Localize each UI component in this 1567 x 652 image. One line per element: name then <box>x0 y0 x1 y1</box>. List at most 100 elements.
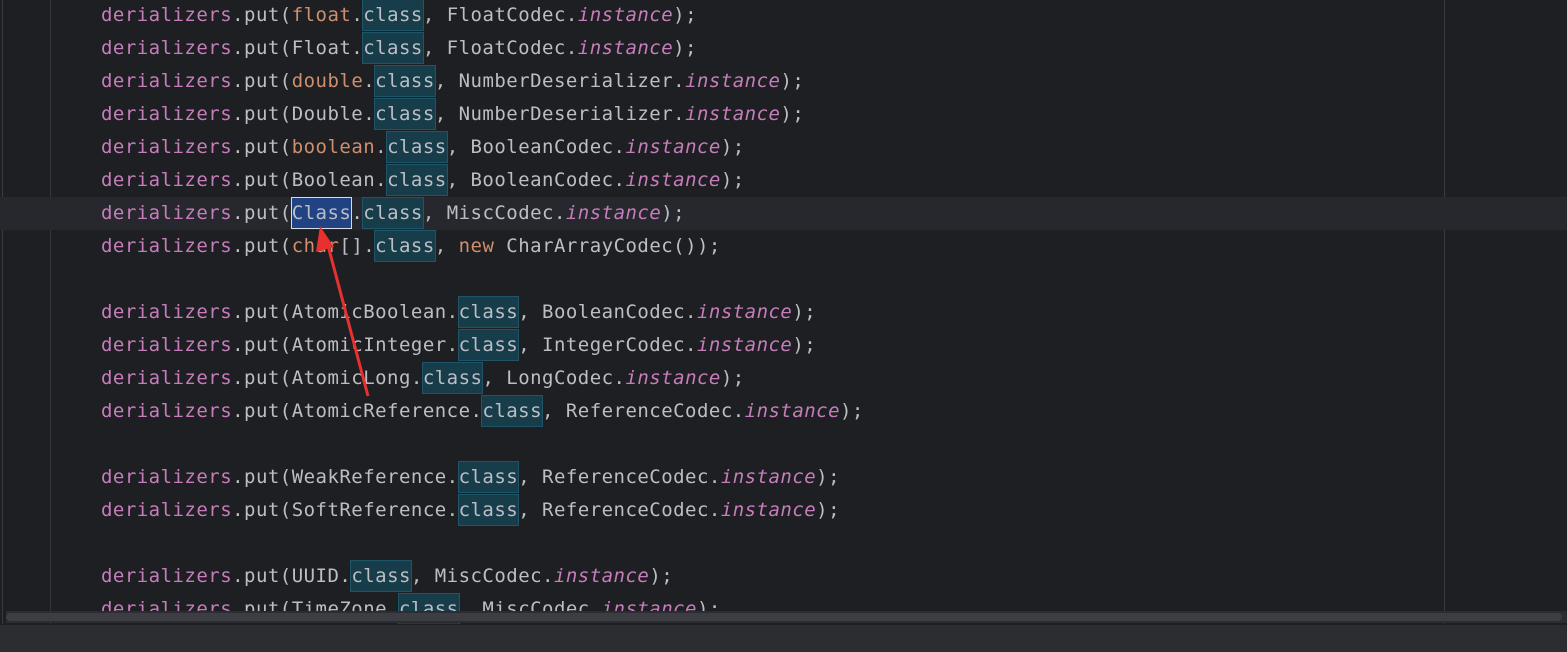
code-token: .put( <box>232 202 292 224</box>
code-token: , FloatCodec. <box>422 37 578 59</box>
field-reference: derializers <box>101 37 233 59</box>
usage-highlight: class <box>457 494 520 526</box>
usage-highlight: class <box>386 131 448 163</box>
field-reference: derializers <box>101 400 233 422</box>
field-reference: derializers <box>101 103 233 125</box>
code-token: ); <box>780 103 805 125</box>
code-line[interactable]: derializers.put(boolean.class, BooleanCo… <box>0 131 1567 164</box>
code-line[interactable]: derializers.put(AtomicBoolean.class, Boo… <box>0 296 1567 329</box>
code-token: , NumberDeserializer. <box>434 103 686 125</box>
code-line-text: derializers.put(AtomicLong.class, LongCo… <box>101 362 745 395</box>
code-token: , NumberDeserializer. <box>434 70 686 92</box>
code-line[interactable]: derializers.put(double.class, NumberDese… <box>0 65 1567 98</box>
usage-highlight: class <box>481 395 544 427</box>
code-token: ); <box>816 499 841 521</box>
code-line[interactable]: derializers.put(float.class, FloatCodec.… <box>0 0 1567 32</box>
code-token: , MiscCodec. <box>410 565 554 587</box>
code-token: ); <box>792 301 817 323</box>
code-editor[interactable]: derializers.put(float.class, FloatCodec.… <box>0 0 1567 652</box>
code-token: ); <box>780 70 805 92</box>
field-reference: derializers <box>101 169 233 191</box>
code-line[interactable]: derializers.put(WeakReference.class, Ref… <box>0 461 1567 494</box>
code-line-text: derializers.put(AtomicReference.class, R… <box>101 395 864 428</box>
code-token: .put( <box>232 70 292 92</box>
keyword-token: char <box>291 235 340 257</box>
code-line[interactable]: derializers.put(AtomicReference.class, R… <box>0 395 1567 428</box>
code-line[interactable]: derializers.put(UUID.class, MiscCodec.in… <box>0 560 1567 593</box>
code-line[interactable]: derializers.put(AtomicInteger.class, Int… <box>0 329 1567 362</box>
code-line[interactable]: derializers.put(AtomicLong.class, LongCo… <box>0 362 1567 395</box>
code-line-text: derializers.put(float.class, FloatCodec.… <box>101 0 697 32</box>
code-token: ); <box>720 136 745 158</box>
code-token: .put(AtomicBoolean. <box>232 301 459 323</box>
keyword-token: boolean <box>291 136 376 158</box>
field-reference: derializers <box>101 499 233 521</box>
static-field-token: instance <box>565 202 662 224</box>
usage-highlight: class <box>386 164 448 196</box>
horizontal-scrollbar-thumb[interactable] <box>6 613 1562 621</box>
code-token: .put(Float. <box>232 37 364 59</box>
code-token: .put(WeakReference. <box>232 466 459 488</box>
keyword-token: double <box>291 70 364 92</box>
code-line[interactable] <box>0 263 1567 296</box>
code-token: ); <box>816 466 841 488</box>
code-token: .put( <box>232 4 292 26</box>
code-token: , ReferenceCodec. <box>518 466 721 488</box>
code-token: .put(AtomicReference. <box>232 400 483 422</box>
code-line[interactable] <box>0 428 1567 461</box>
code-line[interactable]: derializers.put(Float.class, FloatCodec.… <box>0 32 1567 65</box>
code-token: , FloatCodec. <box>422 4 578 26</box>
static-field-token: instance <box>553 565 650 587</box>
keyword-token: float <box>291 4 352 26</box>
field-reference: derializers <box>101 136 233 158</box>
editor-bottom-strip <box>0 624 1567 652</box>
code-line-text: derializers.put(WeakReference.class, Ref… <box>101 461 840 494</box>
code-token: .put(Double. <box>232 103 376 125</box>
static-field-token: instance <box>625 367 721 389</box>
field-reference: derializers <box>101 334 233 356</box>
code-line[interactable]: derializers.put(Boolean.class, BooleanCo… <box>0 164 1567 197</box>
usage-highlight: class <box>362 197 424 229</box>
code-line-text: derializers.put(double.class, NumberDese… <box>101 65 804 98</box>
usage-highlight: class <box>374 230 436 262</box>
static-field-token: instance <box>577 37 674 59</box>
code-token: , BooleanCodec. <box>518 301 697 323</box>
code-token: , LongCodec. <box>482 367 626 389</box>
code-token: ); <box>673 4 698 26</box>
usage-highlight: class <box>457 461 520 493</box>
code-token: CharArrayCodec()); <box>494 235 721 257</box>
usage-highlight: class <box>362 0 424 31</box>
code-token: ); <box>661 202 686 224</box>
static-field-token: instance <box>577 4 674 26</box>
code-token: ); <box>720 367 745 389</box>
static-field-token: instance <box>685 103 781 125</box>
code-line-current[interactable]: derializers.put(Class.class, MiscCodec.i… <box>0 197 1567 230</box>
code-line-text: derializers.put(Class.class, MiscCodec.i… <box>101 197 685 230</box>
usage-highlight: class <box>374 65 436 97</box>
code-token: ); <box>673 37 697 59</box>
usage-highlight: class <box>457 329 520 361</box>
code-line[interactable]: derializers.put(char[].class, new CharAr… <box>0 230 1567 263</box>
static-field-token: instance <box>685 70 781 92</box>
code-line-text: derializers.put(AtomicInteger.class, Int… <box>101 329 816 362</box>
code-token: .put(AtomicLong. <box>232 367 423 389</box>
code-line-text: derializers.put(Boolean.class, BooleanCo… <box>101 164 745 197</box>
code-token: , BooleanCodec. <box>446 136 626 158</box>
code-line-text: derializers.put(boolean.class, BooleanCo… <box>101 131 745 164</box>
code-line-text: derializers.put(char[].class, new CharAr… <box>101 230 721 263</box>
static-field-token: instance <box>720 499 817 521</box>
code-line[interactable]: derializers.put(Double.class, NumberDese… <box>0 98 1567 131</box>
code-line[interactable] <box>0 527 1567 560</box>
code-line-text: derializers.put(UUID.class, MiscCodec.in… <box>101 560 673 593</box>
code-token: , IntegerCodec. <box>518 334 697 356</box>
code-token: . <box>375 136 388 158</box>
field-reference: derializers <box>101 4 233 26</box>
code-token: , BooleanCodec. <box>446 169 626 191</box>
horizontal-scrollbar[interactable] <box>6 611 1567 623</box>
code-line[interactable]: derializers.put(SoftReference.class, Ref… <box>0 494 1567 527</box>
usage-highlight: class <box>362 32 424 64</box>
usage-highlight: class <box>421 362 484 394</box>
code-line-text: derializers.put(Float.class, FloatCodec.… <box>101 32 697 65</box>
usage-highlight: class <box>374 98 436 130</box>
code-line-text: derializers.put(AtomicBoolean.class, Boo… <box>101 296 816 329</box>
